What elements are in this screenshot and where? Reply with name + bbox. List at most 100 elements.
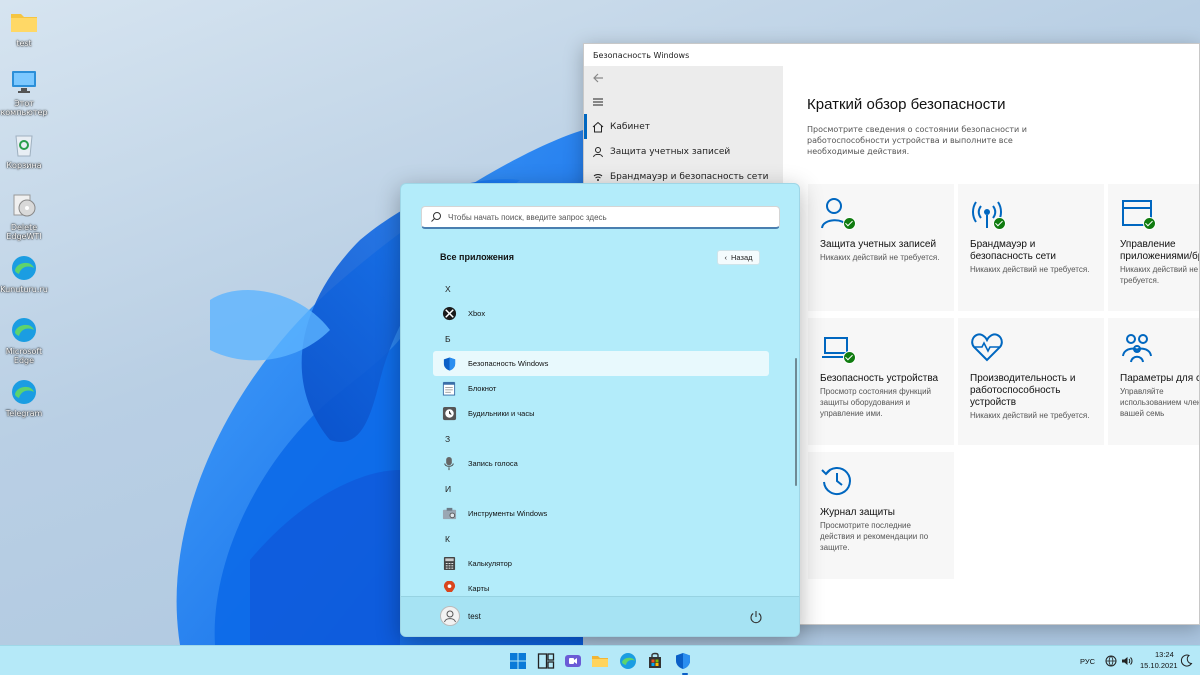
chat-icon[interactable] [564,652,582,670]
start-footer: test [401,596,799,636]
alarm-clock-icon [441,406,457,422]
app-label: Инструменты Windows [468,509,548,518]
app-item-windows-security[interactable]: Безопасность Windows [433,351,769,376]
volume-icon[interactable] [1121,655,1133,667]
letter-label: И [445,483,452,494]
desktop-icon-label: Корзина [6,161,42,170]
letter-label: З [445,433,451,444]
letter-header[interactable]: Б [433,326,769,351]
check-badge-icon [993,217,1006,230]
shield-icon [441,356,457,372]
edge-icon[interactable] [619,652,637,670]
tile-title: Производительность и работоспособность у… [970,373,1076,408]
desktop-icon-label: Этот компьютер [0,99,48,117]
desktop-icon-this-pc[interactable]: Этот компьютер [0,68,48,117]
app-label: Карты [468,584,490,592]
tile-title: Параметры для се [1120,373,1199,384]
nav-item-account-protection[interactable]: Защита учетных записей [584,139,783,164]
check-badge-icon [843,217,856,230]
desktop-icon-label: Microsoft Edge [5,347,43,365]
letter-header[interactable]: X [433,276,769,301]
tile-firewall[interactable]: Брандмауэр и безопасность сети Никаких д… [958,184,1104,311]
desktop-icon-recycle-bin[interactable]: Корзина [2,130,46,170]
clock-time[interactable]: 13:24 [1155,650,1174,659]
desktop-icon-kunuturu[interactable]: Kunuturu.ru [0,254,48,294]
letter-label: К [445,533,450,544]
nav-item-home[interactable]: Кабинет [584,114,783,139]
security-shield-icon[interactable] [674,652,692,670]
app-item-voice-recorder[interactable]: Запись голоса [433,451,769,476]
device-security-icon [820,330,856,364]
window-title: Безопасность Windows [593,50,690,60]
user-name[interactable]: test [468,612,481,621]
app-item-calculator[interactable]: Калькулятор [433,551,769,576]
back-arrow-icon [593,73,603,83]
tile-family-options[interactable]: Параметры для се Управляйте использовани… [1108,318,1199,445]
security-main-pane: Краткий обзор безопасности Просмотрите с… [784,66,1199,624]
tile-title: Брандмауэр и безопасность сети [970,239,1057,262]
nav-item-label: Брандмауэр и безопасность сети [610,171,769,182]
letter-header[interactable]: З [433,426,769,451]
tile-title: Защита учетных записей [820,239,937,250]
app-label: Блокнот [468,384,497,393]
app-item-alarms[interactable]: Будильники и часы [433,401,769,426]
letter-header[interactable]: К [433,526,769,551]
notepad-icon [441,381,457,397]
app-item-xbox[interactable]: Xbox [433,301,769,326]
tile-status: Управляйте использованием членами вашей … [1120,387,1199,418]
app-item-windows-tools[interactable]: Инструменты Windows [433,501,769,526]
app-browser-control-icon [1120,196,1156,230]
folder-icon [9,8,39,36]
tile-protection-history[interactable]: Журнал защиты Просмотрите последние дейс… [808,452,954,579]
desktop-icon-label: Delete EdgeWTI [6,223,42,241]
clock-date[interactable]: 15.10.2021 [1140,661,1178,670]
search-icon [430,211,442,223]
tile-device-health[interactable]: Производительность и работоспособность у… [958,318,1104,445]
task-view-icon[interactable] [537,652,555,670]
file-explorer-icon[interactable] [591,652,609,670]
device-health-icon [970,330,1004,364]
tile-title: Управление приложениями/бр [1120,239,1199,262]
tile-account-protection[interactable]: Защита учетных записей Никаких действий … [808,184,954,311]
calculator-icon [441,556,457,572]
network-icon[interactable] [1105,655,1117,667]
firewall-icon [970,196,1006,230]
back-arrow-button[interactable] [584,66,783,90]
tile-title: Журнал защиты [820,507,895,518]
microphone-icon [441,456,457,472]
avatar[interactable] [440,606,460,626]
power-icon[interactable] [749,610,763,624]
back-button[interactable]: ‹ Назад [717,250,760,265]
desktop-icon-label: Telegram [5,409,43,418]
window-titlebar[interactable]: Безопасность Windows [584,44,1199,66]
start-list-scrollbar[interactable] [795,358,797,486]
maps-icon [441,581,457,592]
app-label: Будильники и часы [468,409,535,418]
hamburger-menu-button[interactable] [584,90,783,114]
app-label: Запись голоса [468,459,518,468]
desktop-icon-delete-edge[interactable]: Delete EdgeWTI [2,192,46,241]
page-title: Краткий обзор безопасности [807,96,1006,113]
notification-moon-icon[interactable] [1180,654,1193,667]
check-badge-icon [843,351,856,364]
start-icon[interactable] [509,652,527,670]
desktop-icon-test[interactable]: test [2,8,46,48]
tile-device-security[interactable]: Безопасность устройства Просмотр состоян… [808,318,954,445]
family-icon [1120,330,1154,364]
search-input[interactable]: Чтобы начать поиск, введите запрос здесь [421,206,780,229]
check-badge-icon [1143,217,1156,230]
desktop-icon-microsoft-edge[interactable]: Microsoft Edge [2,316,46,365]
home-icon [592,121,604,132]
letter-header[interactable]: И [433,476,769,501]
tile-status: Просмотр состояния функций защиты оборуд… [820,387,932,418]
tile-status: Никаких действий не требуется. [820,253,940,262]
store-icon[interactable] [646,652,664,670]
tile-app-browser-control[interactable]: Управление приложениями/бр Никаких дейст… [1108,184,1199,311]
language-indicator[interactable]: РУС [1080,657,1095,666]
app-item-maps[interactable]: Карты [433,576,769,592]
app-item-notepad[interactable]: Блокнот [433,376,769,401]
all-apps-list: X Xbox Б Безопасность Windows Блокнот Бу… [433,276,769,592]
search-placeholder: Чтобы начать поиск, введите запрос здесь [448,212,607,222]
desktop-icon-telegram[interactable]: Telegram [2,378,46,418]
desktop-icon-label: test [16,39,32,48]
